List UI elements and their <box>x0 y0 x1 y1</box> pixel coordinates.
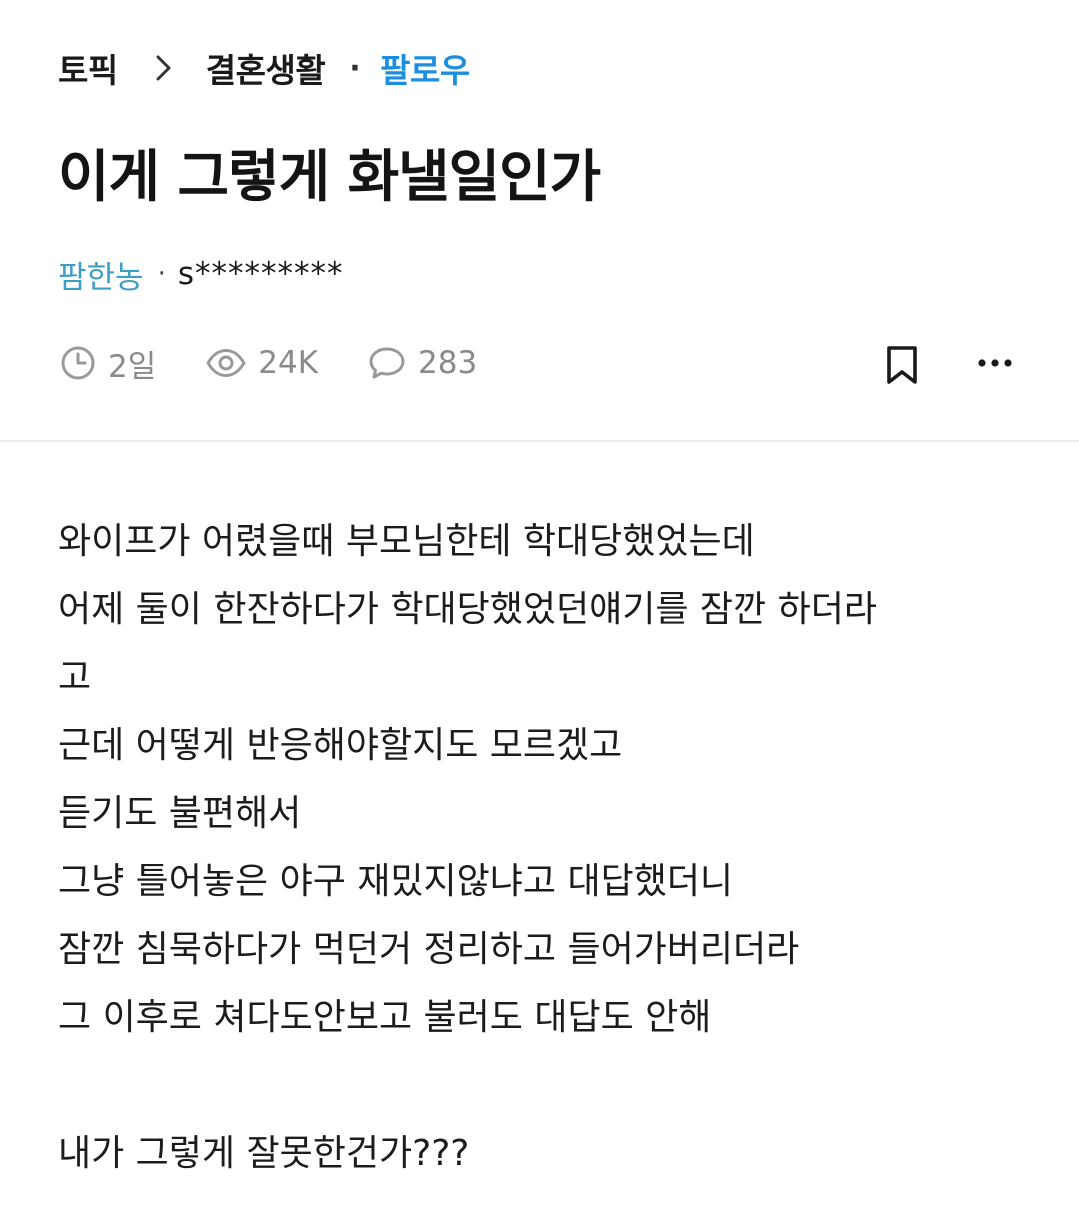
body-line: 내가 그렇게 잘못한건가??? <box>58 1133 470 1174</box>
author-line: 팜한농 · s********* <box>58 252 343 296</box>
comments-value: 283 <box>418 345 478 381</box>
bookmark-icon[interactable] <box>884 345 920 385</box>
body-line: 듣기도 불편해서 <box>58 793 302 834</box>
body-line: 그 이후로 쳐다도안보고 불러도 대답도 안해 <box>58 997 712 1038</box>
body-line: 그냥 틀어놓은 야구 재밌지않냐고 대답했더니 <box>58 861 734 902</box>
post-comments[interactable]: 283 <box>368 345 477 381</box>
post-title: 이게 그렇게 화낼일인가 <box>58 145 601 210</box>
more-horizontal-icon[interactable] <box>974 346 1016 380</box>
body-line: 어제 둘이 한잔하다가 학대당했었던얘기를 잠깐 하더라 <box>58 589 877 630</box>
header-divider <box>0 440 1079 442</box>
breadcrumb: 토픽 결혼생활 · 팔로우 <box>58 44 470 92</box>
post-page: 토픽 결혼생활 · 팔로우 이게 그렇게 화낼일인가 팜한농 · s******… <box>0 0 1079 1220</box>
views-value: 24K <box>258 345 319 381</box>
post-views: 24K <box>206 345 318 381</box>
chevron-right-icon <box>154 54 174 82</box>
comment-bubble-icon <box>369 347 405 379</box>
post-body: 와이프가 어렸을때 부모님한테 학대당했었는데 어제 둘이 한잔하다가 학대당했… <box>58 508 1018 1188</box>
body-line: 잠깐 침묵하다가 먹던거 정리하고 들어가버리더라 <box>58 929 800 970</box>
body-line: 근데 어떻게 반응해야할지도 모르겠고 <box>58 725 623 766</box>
breadcrumb-separator: · <box>349 50 361 86</box>
body-line: 고 <box>58 657 92 698</box>
follow-button[interactable]: 팔로우 <box>380 44 470 92</box>
clock-icon <box>61 346 95 380</box>
breadcrumb-category[interactable]: 결혼생활 <box>206 44 326 92</box>
channel-link[interactable]: 팜한농 <box>58 252 144 297</box>
author-name: s********* <box>177 256 344 292</box>
body-blank-line <box>58 1052 1018 1120</box>
post-meta: 2일 24K 283 <box>60 340 477 386</box>
body-line: 와이프가 어렸을때 부모님한테 학대당했었는데 <box>58 521 755 562</box>
author-separator: · <box>157 259 166 289</box>
post-time: 2일 <box>60 341 156 386</box>
time-value: 2일 <box>108 348 157 385</box>
eye-icon <box>206 349 246 377</box>
breadcrumb-topic[interactable]: 토픽 <box>58 44 118 92</box>
